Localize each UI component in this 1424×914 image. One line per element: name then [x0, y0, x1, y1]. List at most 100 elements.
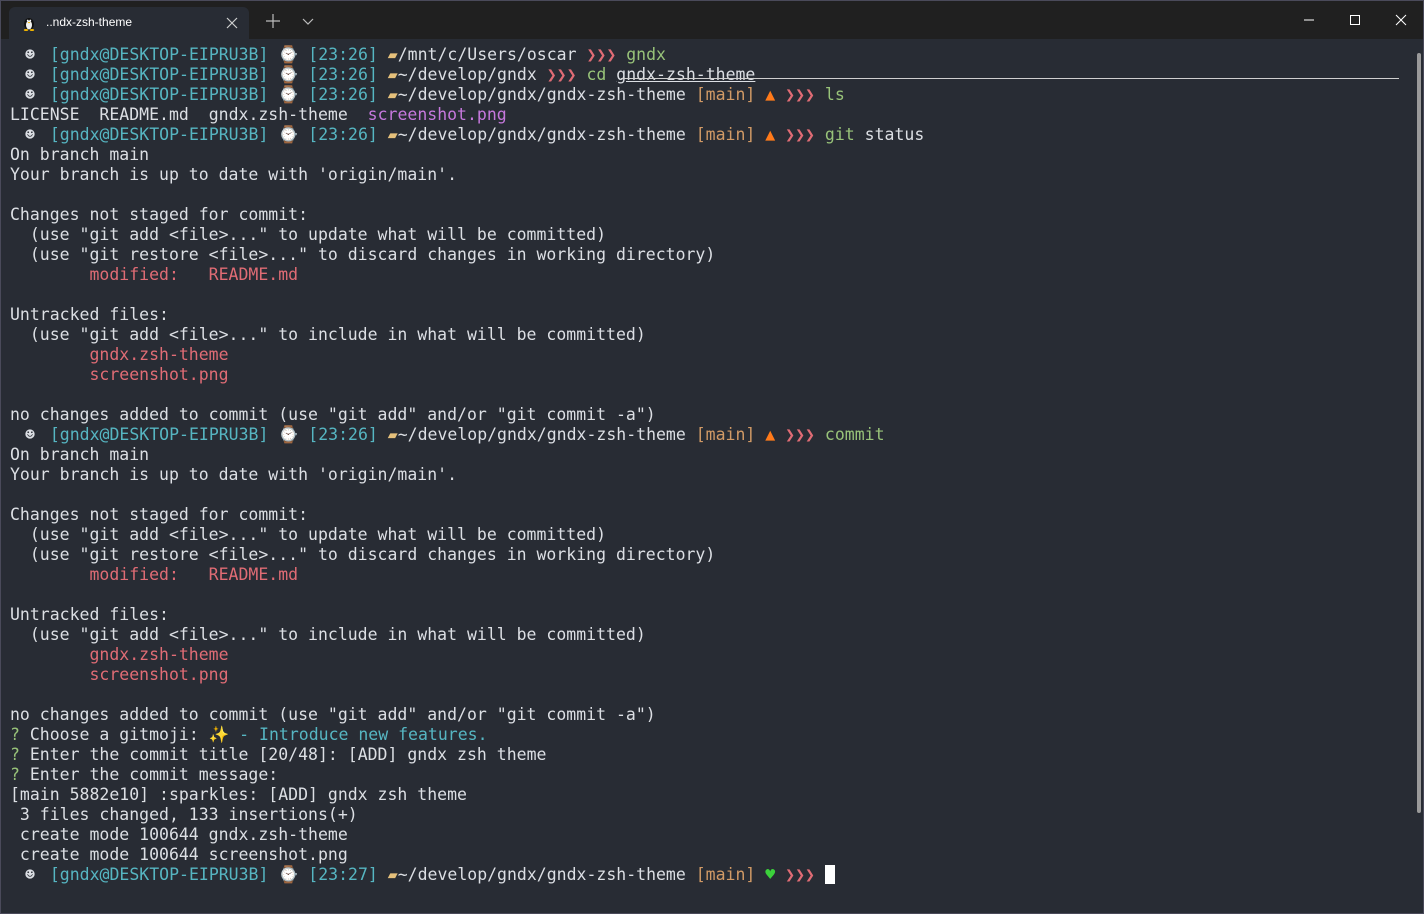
modified-file-line: modified: README.md [10, 565, 299, 584]
green-heart-icon: ♥ [765, 865, 776, 884]
message-question: ? Enter the commit message: [10, 765, 1423, 785]
fire-icon: ▲ [765, 125, 776, 144]
output-line: Changes not staged for commit: [10, 205, 309, 224]
clock-icon: ⌚ [278, 65, 299, 84]
clock-icon: ⌚ [278, 425, 299, 444]
fire-icon: ▲ [765, 85, 776, 104]
prompt-user-host: [gndx@DESKTOP-EIPRU3B] [49, 45, 269, 64]
untracked-file-line: screenshot.png [10, 365, 229, 384]
user-avatar-icon: ☻ [24, 865, 35, 884]
prompt-line-active[interactable]: ☻ [gndx@DESKTOP-EIPRU3B] ⌚ [23:27] ▰~/de… [10, 865, 1423, 885]
output-line: no changes added to commit (use "git add… [10, 705, 656, 724]
plus-icon[interactable] [261, 9, 285, 33]
prompt-path: ~/develop/gndx [397, 65, 537, 84]
clock-icon: ⌚ [278, 85, 299, 104]
ls-file: gndx.zsh-theme [208, 105, 348, 124]
output-line: create mode 100644 gndx.zsh-theme [10, 825, 348, 844]
prompt-time: [23:26] [308, 125, 378, 144]
maximize-icon [1350, 15, 1360, 25]
folder-icon: ▰ [387, 425, 398, 444]
prompt-user-host: [gndx@DESKTOP-EIPRU3B] [49, 425, 269, 444]
text-cursor[interactable] [824, 865, 835, 884]
prompt-time: [23:26] [308, 45, 378, 64]
user-avatar-icon: ☻ [24, 425, 35, 444]
prompt-arrows: ❯❯❯ [785, 425, 815, 444]
folder-icon: ▰ [387, 865, 398, 884]
fire-icon: ▲ [765, 425, 776, 444]
prompt-user-host: [gndx@DESKTOP-EIPRU3B] [49, 865, 269, 884]
prompt-line: ☻ [gndx@DESKTOP-EIPRU3B] ⌚ [23:26] ▰~/de… [10, 125, 1423, 145]
command-text: commit [824, 425, 885, 444]
prompt-arrows: ❯❯❯ [586, 45, 617, 64]
clock-icon: ⌚ [278, 45, 299, 64]
prompt-line: ☻ [gndx@DESKTOP-EIPRU3B] ⌚ [23:26] ▰~/de… [10, 65, 1423, 85]
untracked-file-line: gndx.zsh-theme [10, 645, 229, 664]
prompt-arrows: ❯❯❯ [785, 85, 815, 104]
output-line: (use "git add <file>..." to include in w… [10, 625, 646, 644]
untracked-file-line: screenshot.png [10, 665, 229, 684]
question-mark: ? [10, 725, 20, 744]
question-mark: ? [10, 765, 20, 784]
ls-file: LICENSE [10, 105, 80, 124]
folder-icon: ▰ [387, 45, 398, 64]
gitmoji-question: ? Choose a gitmoji: ✨ - Introduce new fe… [10, 725, 1423, 745]
command-argument: status [864, 125, 925, 144]
prompt-line: ☻ [gndx@DESKTOP-EIPRU3B] ⌚ [23:26] ▰/mnt… [10, 45, 1423, 65]
divider [621, 78, 1399, 79]
tab-active[interactable]: ..ndx-zsh-theme [9, 7, 249, 39]
prompt-path: ~/develop/gndx/gndx-zsh-theme [397, 865, 686, 884]
question-answer: - Introduce new features. [229, 725, 488, 744]
prompt-user-host: [gndx@DESKTOP-EIPRU3B] [49, 65, 269, 84]
question-text: Choose a gitmoji: [19, 725, 209, 744]
ls-output: LICENSE README.md gndx.zsh-theme screens… [10, 105, 1423, 125]
output-line: Untracked files: [10, 305, 169, 324]
folder-icon: ▰ [387, 65, 398, 84]
scrollbar[interactable] [1417, 53, 1421, 813]
user-avatar-icon: ☻ [24, 85, 35, 104]
output-line: create mode 100644 screenshot.png [10, 845, 348, 864]
clock-icon: ⌚ [278, 865, 299, 884]
output-line: Changes not staged for commit: [10, 505, 309, 524]
user-avatar-icon: ☻ [24, 125, 35, 144]
maximize-button[interactable] [1332, 1, 1378, 39]
minimize-button[interactable] [1286, 1, 1332, 39]
output-line: (use "git add <file>..." to update what … [10, 525, 607, 544]
output-line: no changes added to commit (use "git add… [10, 405, 656, 424]
question-text: Enter the commit message: [19, 765, 279, 784]
output-line: (use "git add <file>..." to update what … [10, 225, 607, 244]
sparkles-icon: ✨ [208, 725, 230, 744]
git-branch: [main] [695, 865, 756, 884]
prompt-arrows: ❯❯❯ [546, 65, 577, 84]
prompt-time: [23:27] [308, 865, 378, 884]
prompt-user-host: [gndx@DESKTOP-EIPRU3B] [49, 85, 269, 104]
question-mark: ? [10, 745, 20, 764]
user-avatar-icon: ☻ [24, 45, 35, 64]
prompt-line: ☻ [gndx@DESKTOP-EIPRU3B] ⌚ [23:26] ▰~/de… [10, 425, 1423, 445]
title-bar: ..ndx-zsh-theme [1, 1, 1423, 39]
output-line: (use "git restore <file>..." to discard … [10, 545, 716, 564]
close-button[interactable] [1378, 1, 1423, 39]
prompt-path: /mnt/c/Users/oscar [397, 45, 577, 64]
ls-file: screenshot.png [367, 105, 507, 124]
close-icon[interactable] [224, 15, 240, 31]
ls-file: README.md [99, 105, 189, 124]
output-line: On branch main [10, 445, 150, 464]
untracked-file-line: gndx.zsh-theme [10, 345, 229, 364]
prompt-arrows: ❯❯❯ [785, 125, 815, 144]
terminal-output[interactable]: ☻ [gndx@DESKTOP-EIPRU3B] ⌚ [23:26] ▰/mnt… [1, 39, 1423, 913]
output-line: [main 5882e10] :sparkles: [ADD] gndx zsh… [10, 785, 467, 804]
prompt-time: [23:26] [308, 425, 378, 444]
output-line: (use "git restore <file>..." to discard … [10, 245, 716, 264]
prompt-path: ~/develop/gndx/gndx-zsh-theme [397, 125, 686, 144]
chevron-down-icon[interactable] [296, 9, 320, 33]
prompt-path: ~/develop/gndx/gndx-zsh-theme [397, 85, 686, 104]
command-text: gndx [626, 45, 666, 64]
folder-icon: ▰ [387, 125, 398, 144]
user-avatar-icon: ☻ [24, 65, 35, 84]
git-branch: [main] [695, 85, 756, 104]
